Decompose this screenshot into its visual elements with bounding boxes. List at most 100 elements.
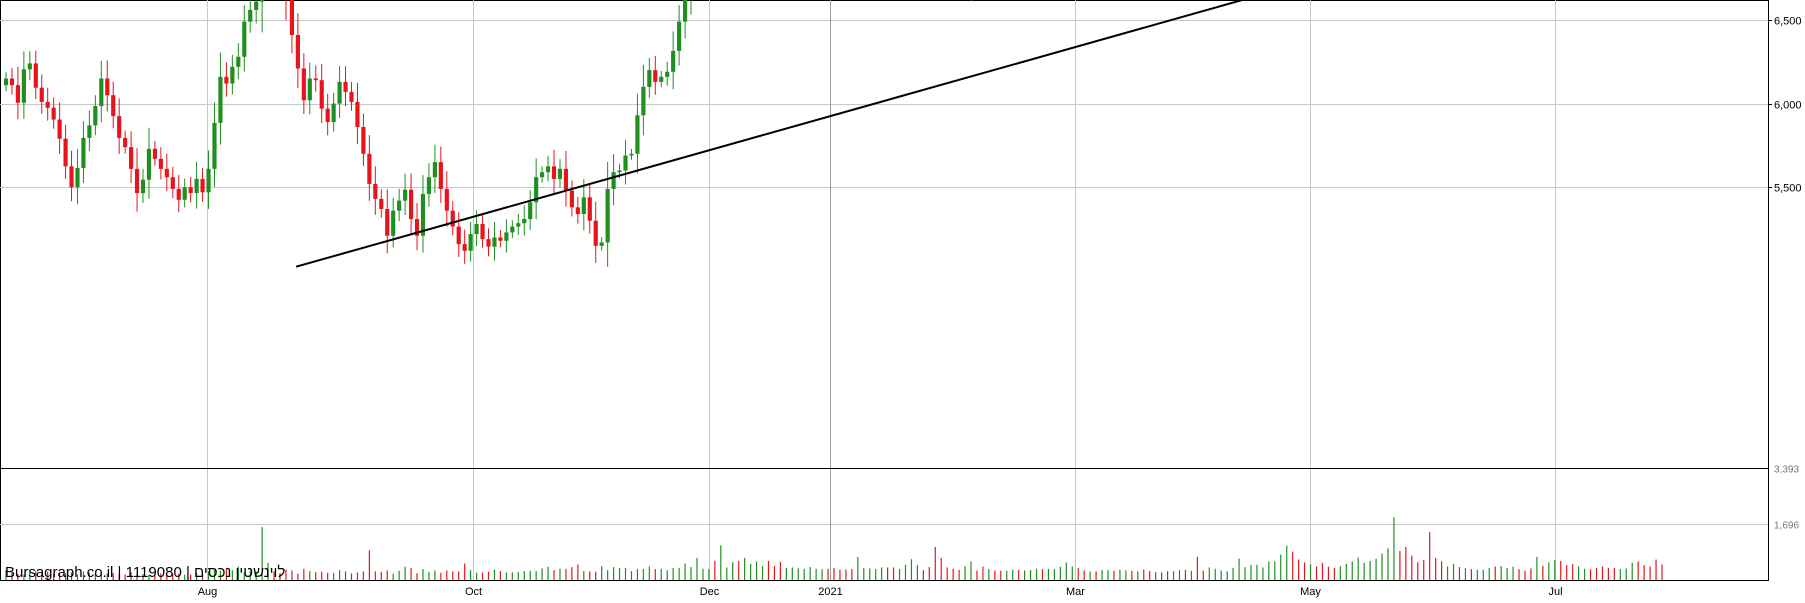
candle-body [659, 76, 664, 82]
candle-body [545, 166, 551, 173]
candle-body [498, 237, 503, 241]
candle-body [373, 183, 378, 199]
candle-body [653, 70, 658, 82]
stock-chart: 5,5006,0006,5007,0007,5008,0008,5009,000… [0, 0, 1805, 598]
candle-body [129, 147, 134, 169]
candle-body [682, 0, 688, 22]
candle-body [206, 168, 211, 193]
time-tick-label: Mar [1066, 586, 1085, 598]
candle-body [593, 220, 598, 246]
chart-svg: 5,5006,0006,5007,0007,5008,0008,5009,000… [0, 0, 1802, 598]
candle-body [641, 86, 646, 116]
candle-body [468, 234, 473, 251]
candle-body [331, 103, 336, 123]
candle-body [307, 78, 312, 101]
candle-body [158, 158, 163, 169]
candle-body [140, 179, 146, 194]
candle-body [677, 21, 682, 51]
candle-body [671, 50, 676, 72]
candle-body [587, 197, 592, 221]
candle-body [474, 224, 479, 235]
candle-body [51, 107, 56, 120]
candle-body [379, 198, 384, 209]
candle-body [230, 66, 235, 84]
price-tick-label: 6,500 [1774, 16, 1802, 28]
candle-body [450, 210, 455, 227]
time-tick-label: Aug [198, 586, 218, 598]
candle-body [391, 210, 396, 236]
candle-body [480, 224, 485, 240]
candle-body [218, 76, 223, 123]
plot-frame [0, 0, 1769, 581]
candle-body [623, 155, 628, 171]
candle-body [242, 21, 247, 57]
candle-body [361, 127, 366, 154]
candle-body [355, 101, 360, 128]
candle-body [456, 226, 461, 245]
candle-body [39, 87, 44, 102]
candle-body [385, 208, 390, 236]
candle-body [551, 166, 557, 179]
chart-watermark: Bursagraph.co.il | 1119080 | לוינשטין נכ… [5, 564, 285, 581]
candle-body [516, 223, 521, 227]
candle-body [617, 170, 622, 173]
candle-body [599, 242, 604, 246]
candle-body [289, 0, 295, 36]
candle-body [146, 148, 152, 180]
candle-body [313, 78, 318, 81]
candle-body [486, 239, 491, 247]
candle-body [45, 101, 50, 108]
candle-body [21, 69, 26, 103]
candle-body [611, 172, 616, 189]
volume-tick-label: 3,393 [1774, 465, 1799, 476]
candle-body [81, 137, 86, 169]
candle-body [665, 71, 670, 77]
candle-body [182, 187, 187, 200]
candle-body [134, 168, 140, 194]
candle-body [635, 115, 640, 154]
candle-body [647, 70, 652, 87]
candle-body [200, 178, 205, 193]
candle-body [194, 178, 199, 194]
candle-body [224, 76, 229, 84]
candle-body [3, 78, 9, 86]
candle-body [87, 125, 92, 138]
candle-body [432, 162, 437, 178]
candle-body [462, 244, 467, 251]
candle-body [403, 189, 408, 201]
candle-body [367, 153, 372, 184]
candle-body [117, 116, 122, 138]
volume-tick-label: 1,696 [1774, 521, 1799, 532]
candle-body [557, 168, 563, 179]
candle-body [176, 188, 181, 200]
candle-body [629, 153, 634, 156]
candle-body [349, 91, 354, 102]
time-tick-label: Dec [700, 586, 720, 598]
candle-body [581, 197, 586, 215]
candle-body [319, 80, 324, 109]
price-tick-label: 6,000 [1774, 100, 1802, 112]
candle-body [15, 85, 20, 103]
candle-body [188, 187, 193, 194]
candle-body [575, 207, 580, 215]
candle-body [75, 168, 80, 188]
candle-body [123, 137, 128, 148]
candle-body [420, 193, 426, 236]
candle-body [426, 177, 432, 194]
candle-body [504, 232, 509, 241]
candle-body [510, 226, 515, 233]
candle-body [57, 119, 62, 139]
candle-body [164, 168, 169, 178]
candle-body [69, 166, 74, 188]
candle-body [540, 172, 545, 178]
candle-body [444, 188, 449, 211]
candle-body [105, 78, 110, 96]
candle-body [248, 9, 253, 22]
time-tick-label: Oct [465, 586, 482, 598]
candle-body [63, 138, 68, 167]
candle-body [33, 63, 38, 88]
candle-body [492, 237, 497, 247]
time-tick-label: May [1300, 586, 1321, 598]
candle-body [260, 0, 265, 2]
candle-body [522, 219, 527, 224]
